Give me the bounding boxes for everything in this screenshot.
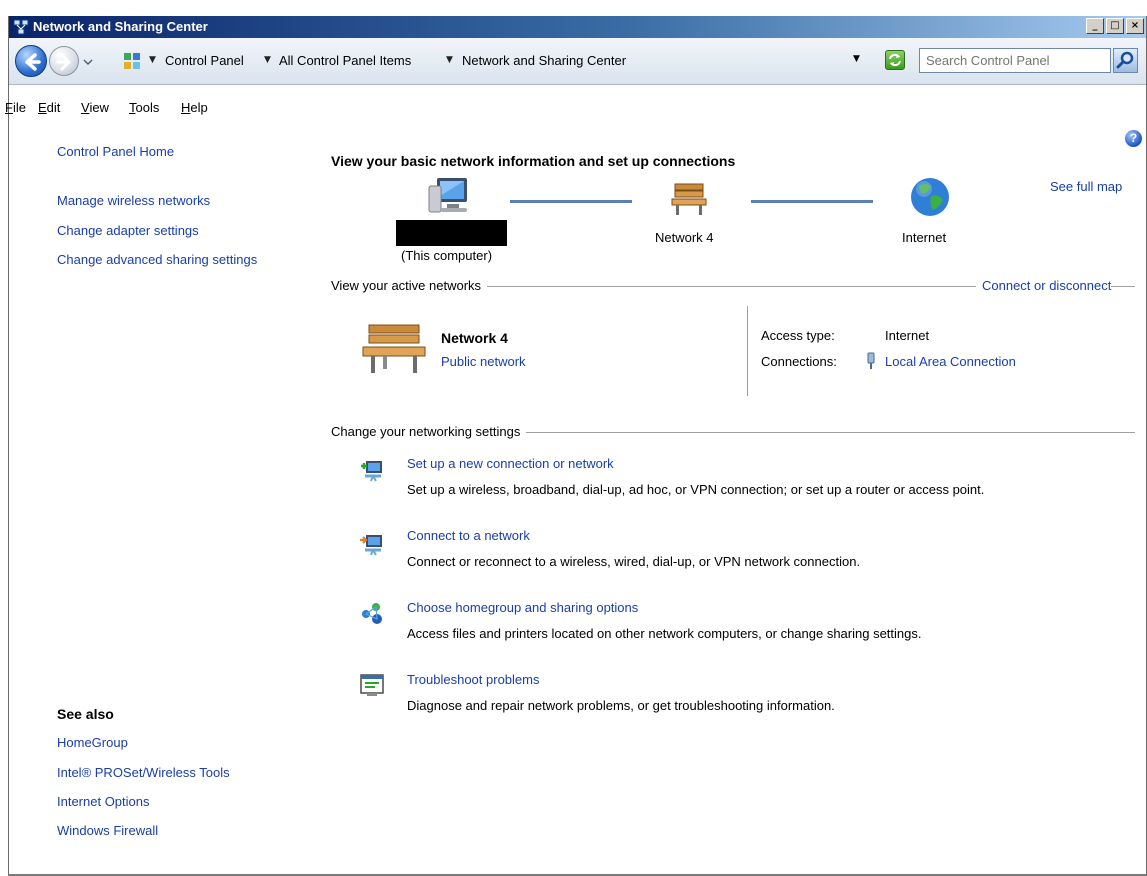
- see-also-heading: See also: [57, 706, 114, 722]
- active-network-bench-icon: [362, 324, 426, 373]
- sidebar-manage-wireless-networks[interactable]: Manage wireless networks: [57, 193, 210, 208]
- menu-file-accesskey: F: [5, 100, 13, 115]
- map-line-network-internet: [751, 200, 873, 203]
- ethernet-connection-icon: [867, 352, 875, 369]
- task-troubleshoot-link[interactable]: Troubleshoot problems: [407, 672, 539, 687]
- map-network-label: Network 4: [655, 230, 714, 245]
- address-toolbar: ▼ Control Panel ▼ All Control Panel Item…: [9, 38, 1146, 85]
- see-also-internet-options[interactable]: Internet Options: [57, 794, 150, 809]
- forward-arrow-icon: [56, 53, 71, 71]
- see-also-windows-firewall[interactable]: Windows Firewall: [57, 823, 158, 838]
- network-center-app-icon: [13, 19, 29, 35]
- breadcrumb-arrow-icon[interactable]: ▼: [264, 55, 271, 65]
- recent-pages-chevron-icon[interactable]: [83, 58, 93, 66]
- menu-view-label: iew: [89, 100, 109, 115]
- redacted-computer-name: [396, 220, 507, 246]
- active-network-name: Network 4: [441, 330, 508, 346]
- breadcrumb-control-panel[interactable]: Control Panel: [165, 53, 244, 68]
- task-setup-connection-desc: Set up a wireless, broadband, dial-up, a…: [407, 482, 985, 497]
- address-dropdown-icon[interactable]: ▼: [853, 54, 860, 64]
- search-box[interactable]: [919, 48, 1112, 73]
- connect-network-icon: [360, 535, 382, 556]
- refresh-button[interactable]: [885, 50, 905, 70]
- homegroup-icon: [362, 603, 382, 624]
- see-full-map-link[interactable]: See full map: [1050, 179, 1122, 194]
- connect-or-disconnect-link[interactable]: Connect or disconnect: [976, 278, 1112, 293]
- control-panel-icon: [124, 53, 140, 69]
- breadcrumb-arrow-icon[interactable]: ▼: [446, 55, 453, 65]
- sidebar-change-advanced-sharing[interactable]: Change advanced sharing settings: [57, 252, 257, 267]
- network-type-link[interactable]: Public network: [441, 354, 526, 369]
- close-button[interactable]: ×: [1126, 18, 1144, 34]
- task-homegroup-desc: Access files and printers located on oth…: [407, 626, 922, 641]
- network-bench-icon: [671, 183, 707, 215]
- local-area-connection-link[interactable]: Local Area Connection: [885, 354, 1016, 369]
- task-troubleshoot-desc: Diagnose and repair network problems, or…: [407, 698, 835, 713]
- task-connect-network-link[interactable]: Connect to a network: [407, 528, 530, 543]
- minimize-button[interactable]: _: [1086, 18, 1104, 34]
- window-title: Network and Sharing Center: [33, 19, 208, 34]
- troubleshoot-icon: [360, 674, 384, 696]
- breadcrumb-all-items[interactable]: All Control Panel Items: [279, 53, 411, 68]
- task-setup-connection-link[interactable]: Set up a new connection or network: [407, 456, 614, 471]
- map-internet-label: Internet: [902, 230, 947, 245]
- map-line-computer-network: [510, 200, 632, 203]
- internet-globe-icon: [911, 178, 949, 216]
- menu-bar: File Edit View Tools Help: [5, 100, 1146, 120]
- menu-help[interactable]: Help: [181, 100, 208, 115]
- menu-view[interactable]: View: [81, 100, 109, 115]
- task-homegroup-link[interactable]: Choose homegroup and sharing options: [407, 600, 638, 615]
- computer-icon: [428, 178, 467, 213]
- page-heading: View your basic network information and …: [331, 153, 736, 169]
- menu-edit[interactable]: Edit: [38, 100, 60, 115]
- menu-tools[interactable]: Tools: [129, 100, 159, 115]
- see-also-intel-proset[interactable]: Intel® PROSet/Wireless Tools: [57, 765, 230, 780]
- sidebar-control-panel-home[interactable]: Control Panel Home: [57, 144, 174, 159]
- sidebar-change-adapter-settings[interactable]: Change adapter settings: [57, 223, 199, 238]
- maximize-button[interactable]: □: [1106, 18, 1124, 34]
- search-button[interactable]: [1113, 48, 1138, 73]
- title-bar: Network and Sharing Center _ □ ×: [9, 16, 1146, 38]
- access-type-value: Internet: [885, 328, 930, 343]
- change-settings-title: Change your networking settings: [331, 424, 527, 439]
- menu-tools-label: ools: [135, 100, 160, 115]
- menu-edit-label: dit: [46, 100, 61, 115]
- refresh-icon: [889, 53, 901, 67]
- menu-help-accesskey: H: [181, 100, 191, 115]
- breadcrumb-arrow-icon[interactable]: ▼: [149, 55, 156, 65]
- breadcrumb-network-center[interactable]: Network and Sharing Center: [462, 53, 626, 68]
- search-icon: [1116, 51, 1134, 69]
- connections-label: Connections:: [761, 354, 837, 369]
- search-input[interactable]: [920, 49, 1112, 71]
- network-sharing-center-window: Network and Sharing Center _ □ × ▼ Contr…: [5, 16, 1147, 876]
- forward-button[interactable]: [49, 46, 79, 76]
- task-connect-network-desc: Connect or reconnect to a wireless, wire…: [407, 554, 861, 569]
- menu-edit-accesskey: E: [38, 100, 47, 115]
- help-icon[interactable]: ?: [1125, 130, 1142, 147]
- this-computer-label: (This computer): [401, 248, 493, 263]
- menu-file-label: ile: [12, 100, 26, 115]
- see-also-homegroup[interactable]: HomeGroup: [57, 735, 128, 750]
- active-networks-title: View your active networks: [331, 278, 488, 293]
- new-connection-icon: [361, 461, 382, 482]
- back-arrow-icon: [25, 53, 41, 71]
- active-networks-separator: [747, 306, 748, 396]
- access-type-label: Access type:: [761, 328, 835, 343]
- back-button[interactable]: [15, 45, 47, 77]
- menu-help-label: elp: [190, 100, 208, 115]
- menu-file[interactable]: File: [5, 100, 26, 115]
